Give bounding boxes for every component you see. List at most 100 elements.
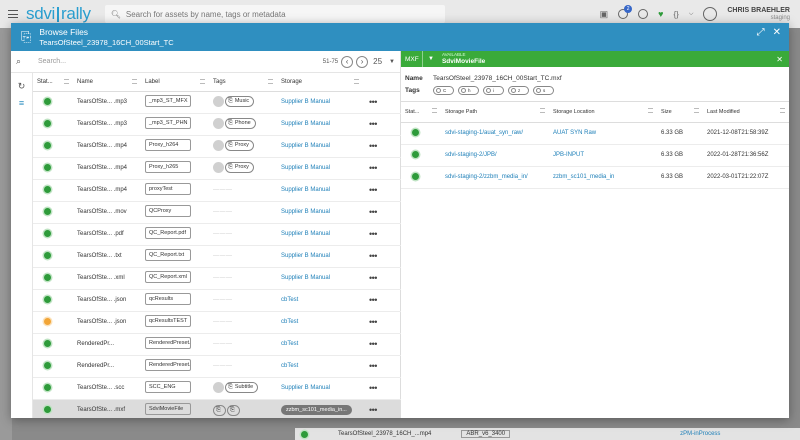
tag-pill[interactable]: ⎘ Music — [225, 95, 255, 107]
more-actions-icon[interactable]: ••• — [363, 135, 401, 158]
storage-link[interactable]: Supplier B Manual — [281, 209, 330, 215]
tag-add-icon[interactable] — [213, 161, 224, 173]
table-row[interactable]: TearsOfSte... .json qcResultsTEST ——— cbTes… — [33, 311, 401, 334]
column-header-last-modified[interactable]: Last Modified — [703, 102, 789, 123]
table-row[interactable]: TearsOfSte... .mp4 Proxy_h265 ⎘ Proxy Suppli… — [33, 157, 401, 180]
more-actions-icon[interactable]: ••• — [363, 267, 401, 290]
more-actions-icon[interactable]: ••• — [363, 377, 401, 400]
heart-icon[interactable]: ♥ — [658, 9, 663, 19]
storage-link[interactable]: cbTest — [281, 363, 298, 369]
storage-link[interactable]: zzbm_sc101_media_in... — [281, 405, 352, 415]
chevron-down-icon[interactable]: ▼ — [428, 56, 434, 62]
table-row[interactable]: TearsOfSte... .mov QCProxy ——— Supplier B M… — [33, 201, 401, 224]
filter-icon[interactable]: ≡ — [19, 98, 24, 108]
close-icon[interactable]: ✕ — [776, 55, 783, 64]
table-row[interactable]: TearsOfSte... .mp4 proxyTest ——— Supplier B… — [33, 179, 401, 202]
column-header-storage-path[interactable]: Storage Path — [441, 102, 549, 123]
storage-location[interactable]: JPB-INPUT — [549, 144, 657, 167]
per-page-select[interactable]: 25 — [373, 57, 382, 66]
storage-path[interactable]: sdvi-staging-2/zzbm_media_in/ — [441, 166, 549, 189]
tag-pill[interactable]: ⎘ — [213, 404, 226, 416]
more-actions-icon[interactable]: ••• — [363, 157, 401, 180]
table-row[interactable]: TearsOfSte... .mp3 _mp3_ST_PHN ⎘ Phone Suppl… — [33, 113, 401, 136]
more-actions-icon[interactable]: ••• — [363, 355, 401, 378]
tag-pill[interactable]: ⎘ Subtitle — [225, 381, 259, 393]
more-actions-icon[interactable]: ••• — [363, 179, 401, 202]
table-row[interactable]: RenderedPr... RenderedPreset... ——— cbTest •… — [33, 333, 401, 356]
tag-pill[interactable]: ⎘ — [226, 404, 240, 416]
table-row[interactable]: sdvi-staging-2/zzbm_media_in/zzbm_sc101_… — [401, 166, 789, 189]
next-page-button[interactable]: › — [356, 55, 369, 68]
more-actions-icon[interactable]: ••• — [363, 311, 401, 334]
column-header-size[interactable]: Size — [657, 102, 703, 123]
table-row[interactable]: sdvi-staging-2/JPB/JPB-INPUT 6.33 GB 2022-… — [401, 144, 789, 167]
tag-add-icon[interactable] — [213, 117, 224, 129]
app-logo[interactable]: sdvi rally — [26, 4, 91, 24]
more-actions-icon[interactable]: ••• — [363, 245, 401, 268]
storage-link[interactable]: Supplier B Manual — [281, 187, 330, 193]
storage-link[interactable]: Supplier B Manual — [281, 231, 330, 237]
column-header-status[interactable]: Stat... — [401, 102, 441, 123]
tag-pill[interactable]: ⎘ Proxy — [225, 161, 254, 173]
column-header-storage[interactable]: Storage — [277, 73, 363, 92]
chevron-down-icon[interactable]: ▼ — [389, 59, 395, 65]
column-header-label[interactable]: Label — [141, 73, 209, 92]
more-actions-icon[interactable]: ••• — [363, 113, 401, 136]
tag-add-icon[interactable] — [213, 381, 224, 393]
column-header-storage-location[interactable]: Storage Location — [549, 102, 657, 123]
tag-chip[interactable]: s — [533, 85, 554, 95]
prev-page-button[interactable]: ‹ — [341, 55, 354, 68]
storage-path[interactable]: sdvi-staging-1/auat_syn_raw/ — [441, 122, 549, 145]
storage-link[interactable]: cbTest — [281, 297, 298, 303]
storage-location[interactable]: AUAT SYN Raw — [549, 122, 657, 145]
table-row[interactable]: TearsOfSte... .scc SCC_ENG ⎘ Subtitle Suppli… — [33, 377, 401, 400]
storage-link[interactable]: Supplier B Manual — [281, 99, 330, 105]
global-search-input[interactable]: 🔍︎ Search for assets by name, tags or me… — [104, 5, 445, 23]
table-row[interactable]: TearsOfSte... .json qcResults ——— cbTest ••• — [33, 289, 401, 312]
fullscreen-icon[interactable]: ⤢ — [757, 27, 765, 38]
storage-link[interactable]: Supplier B Manual — [281, 275, 330, 281]
refresh-icon[interactable]: ↻ — [18, 81, 26, 92]
table-row[interactable]: TearsOfSte... .mp4 Proxy_h264 ⎘ Proxy Suppli… — [33, 135, 401, 158]
tag-pill[interactable]: ⎘ Proxy — [225, 139, 254, 151]
storage-link[interactable]: Supplier B Manual — [281, 385, 330, 391]
tag-chip[interactable]: i — [483, 85, 504, 95]
table-row[interactable]: TearsOfSte... .xml QC_Report.xml ——— Suppli… — [33, 267, 401, 290]
chevron-down-icon[interactable]: ⌵ — [689, 11, 694, 18]
tag-add-icon[interactable] — [213, 139, 224, 151]
more-actions-icon[interactable]: ••• — [363, 201, 401, 224]
hamburger-menu-icon[interactable] — [8, 10, 18, 18]
table-row[interactable]: RenderedPr... RenderedPreset... ——— cbTest •… — [33, 355, 401, 378]
notifications-icon[interactable]: 2 — [618, 5, 633, 19]
storage-link[interactable]: cbTest — [281, 341, 298, 347]
code-braces-icon[interactable]: {} — [673, 10, 678, 19]
more-actions-icon[interactable]: ••• — [363, 333, 401, 356]
storage-link[interactable]: Supplier B Manual — [281, 165, 330, 171]
table-row[interactable]: TearsOfSte... .pdf QC_Report.pdf ——— Suppli… — [33, 223, 401, 246]
table-row[interactable]: sdvi-staging-1/auat_syn_raw/AUAT SYN Raw… — [401, 122, 789, 145]
column-header-name[interactable]: Name — [73, 73, 141, 92]
column-header-status[interactable]: Stat... — [33, 73, 73, 92]
tag-chip[interactable]: z — [508, 85, 529, 95]
tag-pill[interactable]: ⎘ Phone — [225, 117, 256, 129]
storage-location[interactable]: zzbm_sc101_media_in — [549, 166, 657, 189]
storage-link[interactable]: cbTest — [281, 319, 298, 325]
tag-add-icon[interactable] — [213, 95, 224, 107]
tag-chip[interactable]: h — [458, 85, 479, 95]
more-actions-icon[interactable]: ••• — [363, 91, 401, 114]
more-actions-icon[interactable]: ••• — [363, 223, 401, 246]
storage-path[interactable]: sdvi-staging-2/JPB/ — [441, 144, 549, 167]
storage-link[interactable]: Supplier B Manual — [281, 253, 330, 259]
storage-link[interactable]: Supplier B Manual — [281, 143, 330, 149]
file-search-input[interactable]: Search... — [38, 58, 323, 65]
help-icon[interactable] — [638, 9, 649, 19]
tag-chip[interactable]: C — [433, 85, 454, 95]
table-row[interactable]: TearsOfSte... .txt QC_Report.txt ——— Suppli… — [33, 245, 401, 268]
column-header-tags[interactable]: Tags — [209, 73, 277, 92]
close-icon[interactable]: ✕ — [773, 27, 781, 38]
more-actions-icon[interactable]: ••• — [363, 399, 401, 418]
user-info[interactable]: CHRIS BRAEHLER staging — [727, 7, 790, 21]
gift-icon[interactable]: ▣ — [600, 9, 609, 20]
storage-link[interactable]: Supplier B Manual — [281, 121, 330, 127]
table-row[interactable]: TearsOfSte... .mp3 _mp3_ST_MFX ⎘ Music Suppl… — [33, 91, 401, 114]
